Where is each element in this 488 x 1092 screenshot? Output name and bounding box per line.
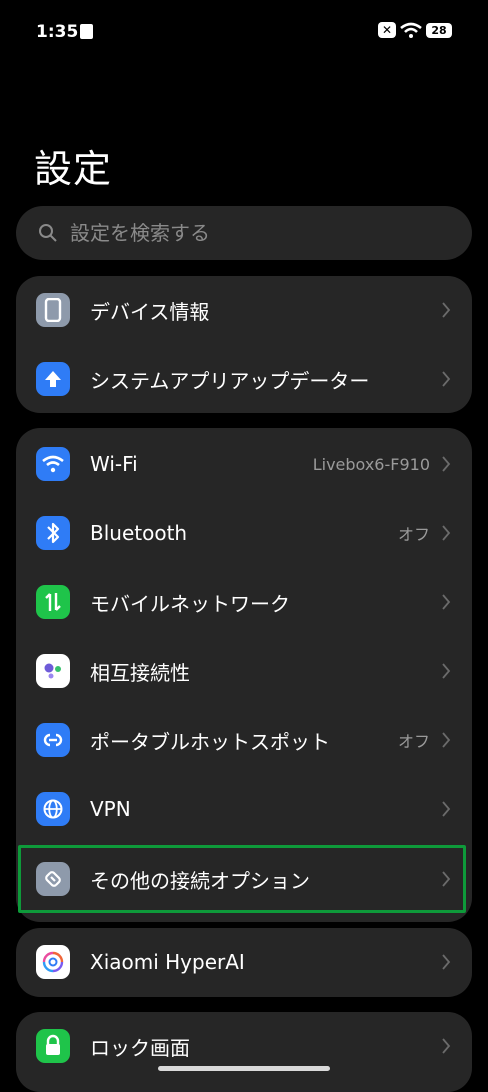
hotspot-status: オフ (397, 732, 430, 751)
row-label: ロック画面 (90, 1035, 190, 1060)
battery-icon: 28 (426, 22, 452, 38)
page-title: 設定 (34, 147, 113, 191)
search-bar[interactable] (16, 206, 472, 260)
row-interconnectivity[interactable]: 相互接続性 (16, 637, 472, 705)
wifi-network-name: Livebox6-F910 (312, 454, 430, 474)
wifi-icon (36, 447, 70, 481)
row-label: Xiaomi HyperAI (90, 950, 245, 974)
status-icons: ✕ 28 (378, 22, 452, 38)
chevron-right-icon (442, 594, 451, 610)
chevron-right-icon (442, 732, 451, 748)
mobile-network-icon (36, 585, 70, 619)
chevron-right-icon (442, 1038, 451, 1054)
chevron-right-icon (442, 954, 451, 970)
sim-icon (80, 24, 93, 39)
row-hotspot[interactable]: ポータブルホットスポット オフ (16, 706, 472, 774)
lock-icon (36, 1029, 70, 1063)
row-bluetooth[interactable]: Bluetooth オフ (16, 499, 472, 567)
row-label: デバイス情報 (90, 299, 210, 324)
row-label: VPN (90, 797, 131, 821)
settings-group-ai: Xiaomi HyperAI (16, 928, 472, 997)
status-time: 1:35 (36, 22, 79, 42)
row-vpn[interactable]: VPN (16, 775, 472, 843)
row-wifi[interactable]: Wi-Fi Livebox6-F910 (16, 430, 472, 498)
row-label: 相互接続性 (90, 660, 190, 685)
hotspot-icon (36, 723, 70, 757)
chevron-right-icon (442, 525, 451, 541)
row-label: Bluetooth (90, 521, 188, 545)
chevron-right-icon (442, 371, 451, 387)
settings-group-security: ロック画面 (16, 1012, 472, 1092)
status-bar: 1:35 ✕ 28 (0, 0, 488, 64)
no-sim-icon: ✕ (378, 22, 396, 38)
interconnectivity-icon (36, 654, 70, 688)
vpn-icon (36, 792, 70, 826)
row-system-app-updater[interactable]: システムアプリアップデーター (16, 345, 472, 413)
row-label: モバイルネットワーク (90, 591, 290, 616)
hyperai-icon (36, 945, 70, 979)
row-device-info[interactable]: デバイス情報 (16, 276, 472, 344)
row-xiaomi-hyperai[interactable]: Xiaomi HyperAI (16, 928, 472, 996)
home-indicator[interactable] (158, 1066, 330, 1071)
selection-highlight (18, 845, 466, 913)
row-label: Wi-Fi (90, 452, 138, 476)
bluetooth-status: オフ (397, 525, 430, 544)
search-icon (39, 224, 57, 242)
row-label: システムアプリアップデーター (90, 368, 370, 393)
wifi-status-icon (400, 22, 422, 38)
chevron-right-icon (442, 663, 451, 679)
system-update-icon (36, 362, 70, 396)
device-info-icon (36, 293, 70, 327)
row-mobile-network[interactable]: モバイルネットワーク (16, 568, 472, 636)
row-label: ポータブルホットスポット (90, 729, 330, 754)
search-input[interactable] (68, 220, 432, 246)
chevron-right-icon (442, 456, 451, 472)
chevron-right-icon (442, 302, 451, 318)
settings-group-device: デバイス情報 システムアプリアップデーター (16, 276, 472, 413)
bluetooth-icon (36, 516, 70, 550)
chevron-right-icon (442, 801, 451, 817)
